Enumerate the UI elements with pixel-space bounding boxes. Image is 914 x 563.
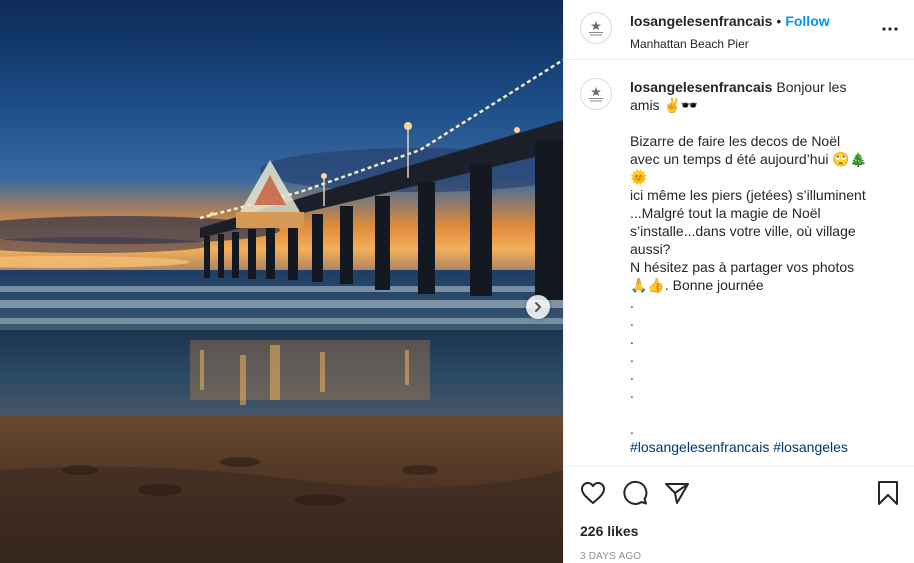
separator-dot: • bbox=[776, 13, 782, 29]
caption-dot: . bbox=[630, 421, 634, 437]
caption-line-4: ...Malgré tout la magie de Noël s’instal… bbox=[630, 205, 856, 257]
more-options-button[interactable] bbox=[882, 18, 898, 36]
more-options-icon bbox=[882, 27, 898, 31]
comments-section: losangelesenfrancais Bonjour les amis ✌️🕶… bbox=[564, 60, 914, 465]
share-button[interactable] bbox=[664, 481, 690, 505]
bookmark-icon bbox=[878, 481, 898, 505]
action-icons bbox=[580, 479, 899, 507]
next-photo-button[interactable] bbox=[526, 295, 550, 319]
pier-sunset-image bbox=[0, 0, 563, 563]
likes-count[interactable]: 226 likes bbox=[580, 523, 899, 539]
profile-logo-icon bbox=[589, 87, 603, 102]
save-button[interactable] bbox=[877, 480, 899, 506]
caption-line-3: ici même les piers (jetées) s’illuminent bbox=[630, 187, 866, 203]
heart-icon bbox=[581, 482, 605, 504]
comment-icon bbox=[623, 480, 648, 505]
profile-logo-icon bbox=[589, 21, 603, 36]
caption-dot: . bbox=[630, 349, 634, 365]
like-button[interactable] bbox=[580, 481, 606, 505]
caption-dot: . bbox=[630, 313, 634, 329]
post-photo[interactable] bbox=[0, 0, 563, 563]
post-date[interactable]: 3 DAYS AGO bbox=[580, 551, 899, 562]
caption-dot: . bbox=[630, 331, 634, 347]
post-actions: 226 likes 3 DAYS AGO bbox=[564, 466, 914, 562]
caption-avatar[interactable] bbox=[580, 78, 612, 110]
caption-dot: . bbox=[630, 295, 634, 311]
location-link[interactable]: Manhattan Beach Pier bbox=[630, 37, 830, 51]
follow-button[interactable]: Follow bbox=[785, 13, 829, 29]
caption: losangelesenfrancais Bonjour les amis ✌️🕶… bbox=[580, 78, 898, 456]
caption-line-5: N hésitez pas à partager vos photos 🙏👍. … bbox=[630, 259, 855, 293]
caption-dot: . bbox=[630, 367, 634, 383]
post-header: losangelesenfrancais • Follow Manhattan Be… bbox=[564, 0, 914, 60]
username-link[interactable]: losangelesenfrancais bbox=[630, 13, 772, 29]
share-icon bbox=[665, 483, 689, 504]
caption-line-2: Bizarre de faire les decos de Noël avec … bbox=[630, 133, 868, 185]
avatar[interactable] bbox=[580, 12, 612, 44]
post-side-panel: losangelesenfrancais • Follow Manhattan Be… bbox=[563, 0, 914, 563]
instagram-post: losangelesenfrancais • Follow Manhattan Be… bbox=[0, 0, 914, 563]
caption-dot: . bbox=[630, 385, 634, 401]
caption-text: losangelesenfrancais Bonjour les amis ✌️🕶… bbox=[630, 78, 870, 456]
comment-button[interactable] bbox=[622, 480, 648, 506]
caption-username[interactable]: losangelesenfrancais bbox=[630, 79, 772, 95]
header-text: losangelesenfrancais • Follow Manhattan Be… bbox=[630, 13, 830, 51]
hashtag-links[interactable]: #losangelesenfrancais #losangeles bbox=[630, 438, 870, 456]
chevron-right-icon bbox=[535, 302, 542, 312]
